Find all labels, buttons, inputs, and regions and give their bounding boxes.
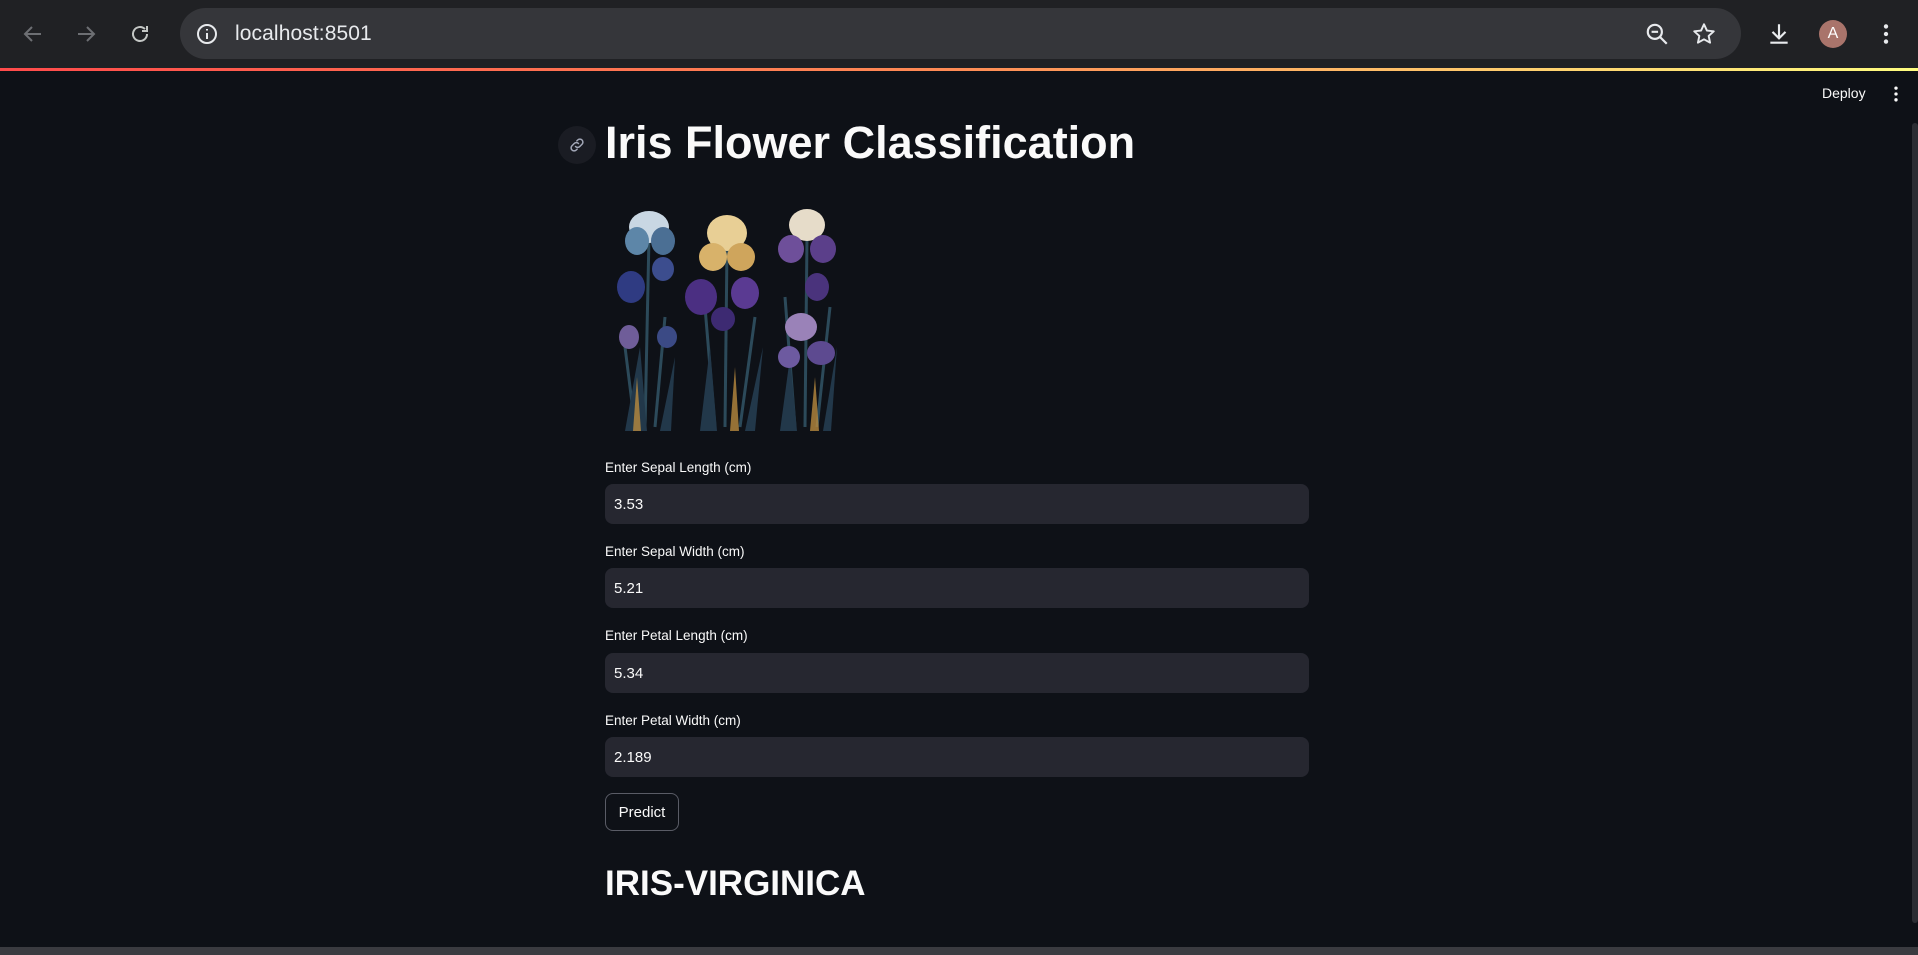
deploy-button[interactable]: Deploy <box>1822 85 1866 101</box>
browser-toolbar: localhost:8501 A <box>0 0 1918 68</box>
sepal-width-label: Enter Sepal Width (cm) <box>605 544 745 559</box>
site-info-icon[interactable] <box>194 21 220 47</box>
url-text: localhost:8501 <box>235 22 372 45</box>
scrollbar[interactable] <box>1912 123 1918 923</box>
page-title: Iris Flower Classification <box>605 117 1136 168</box>
kebab-menu-icon <box>1894 86 1898 102</box>
sepal-width-input[interactable]: 5.21 <box>605 568 1309 608</box>
petal-width-label: Enter Petal Width (cm) <box>605 713 741 728</box>
bottom-bar <box>0 947 1918 955</box>
download-icon[interactable] <box>1765 20 1793 48</box>
bookmark-star-icon[interactable] <box>1690 20 1718 48</box>
sepal-length-label: Enter Sepal Length (cm) <box>605 460 752 475</box>
profile-avatar[interactable]: A <box>1819 20 1847 48</box>
sepal-length-input[interactable]: 3.53 <box>605 484 1309 524</box>
forward-button[interactable] <box>68 16 104 52</box>
petal-width-input[interactable]: 2.189 <box>605 737 1309 777</box>
zoom-icon[interactable] <box>1643 20 1671 48</box>
app-menu-button[interactable] <box>1886 82 1906 106</box>
back-arrow-icon <box>23 26 41 42</box>
forward-arrow-icon <box>78 26 96 42</box>
iris-flower-image <box>605 197 853 431</box>
prediction-result: IRIS-VIRGINICA <box>605 864 866 903</box>
petal-length-label: Enter Petal Length (cm) <box>605 628 748 643</box>
title-anchor-link[interactable] <box>558 126 596 164</box>
link-icon <box>570 138 584 152</box>
reload-button[interactable] <box>122 16 158 52</box>
reload-icon <box>132 26 148 42</box>
app-container: Deploy Iris Flower Classification Enter … <box>0 71 1918 955</box>
back-button[interactable] <box>15 16 51 52</box>
address-bar[interactable]: localhost:8501 <box>180 8 1741 59</box>
petal-length-input[interactable]: 5.34 <box>605 653 1309 693</box>
kebab-menu-icon[interactable] <box>1872 20 1900 48</box>
predict-button[interactable]: Predict <box>605 793 679 831</box>
